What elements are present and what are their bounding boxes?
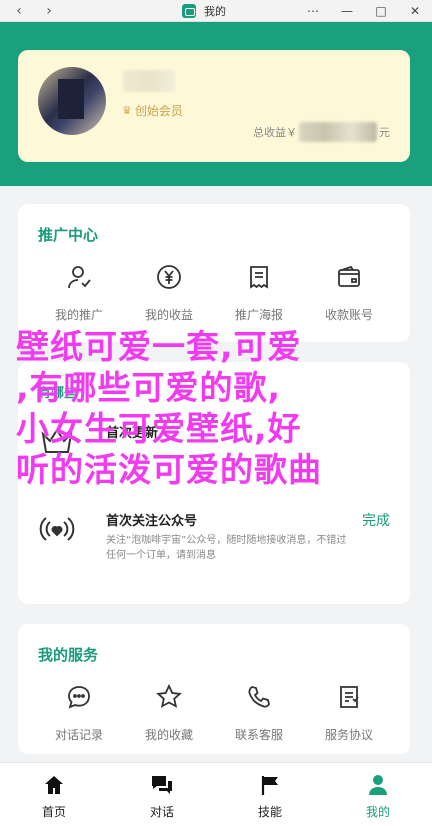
star-icon [154, 682, 184, 712]
service-item-label: 服务协议 [324, 728, 373, 742]
service-item-label: 对话记录 [54, 728, 103, 742]
task-description: 关注“泡咖啡宇宙”公众号，随时随地接收消息，不错过任何一个订单，请到消息 [106, 535, 347, 561]
chat-icon [150, 773, 174, 797]
promo-item-my-earnings[interactable]: 我的收益 [128, 262, 210, 323]
user-icon [64, 262, 94, 292]
nav-item-me[interactable]: 我的 [324, 763, 432, 826]
promo-item-label: 推广海报 [234, 308, 283, 322]
yen-icon [154, 262, 184, 292]
nav-item-chat[interactable]: 对话 [108, 763, 216, 826]
overlay-line: 壁纸可爱一套,可爱 [16, 327, 302, 366]
task-status-done[interactable]: 完成 [362, 510, 390, 530]
promo-item-my-promotion[interactable]: 我的推广 [38, 262, 120, 323]
service-item-label: 联系客服 [234, 728, 283, 742]
services-card: 我的服务 对话记录 我的收藏 联系客服 服务协议 [18, 624, 410, 754]
person-icon [366, 773, 390, 797]
nav-label: 首页 [41, 805, 66, 819]
nav-item-skills[interactable]: 技能 [216, 763, 324, 826]
promo-center-card: 推广中心 我的推广 我的收益 推广海报 收款账号 [18, 204, 410, 342]
nav-label: 技能 [257, 805, 282, 819]
maximize-button[interactable]: □ [364, 0, 398, 22]
service-item-agreement[interactable]: 服务协议 [308, 682, 390, 743]
username-redacted [123, 70, 175, 92]
crown-icon: ♛ [122, 104, 132, 117]
task-name: 首次关注公众号 [106, 514, 198, 529]
earnings-amount-redacted [299, 122, 377, 142]
promo-item-label: 我的推广 [54, 308, 103, 322]
service-item-customer-service[interactable]: 联系客服 [218, 682, 300, 743]
back-button[interactable]: ‹ [8, 0, 30, 22]
wallet-icon [334, 262, 364, 292]
nav-item-home[interactable]: 首页 [0, 763, 108, 826]
overlay-line: ,有哪些可爱的歌, [16, 368, 282, 407]
task-text: 首次关注公众号 关注“泡咖啡宇宙”公众号，随时随地接收消息，不错过任何一个订单，… [106, 510, 352, 563]
agreement-icon [334, 682, 364, 712]
phone-icon [244, 682, 274, 712]
overlay-line: 小女生可爱壁纸,好 [16, 409, 302, 448]
nav-label: 我的 [365, 805, 390, 819]
avatar[interactable] [38, 67, 106, 135]
service-item-chat-record[interactable]: 对话记录 [38, 682, 120, 743]
promo-grid: 我的推广 我的收益 推广海报 收款账号 [38, 262, 390, 323]
chat-record-icon [64, 682, 94, 712]
forward-button[interactable]: › [38, 0, 60, 22]
flag-icon [258, 773, 282, 797]
services-grid: 对话记录 我的收藏 联系客服 服务协议 [38, 682, 390, 743]
promo-item-payment-account[interactable]: 收款账号 [308, 262, 390, 323]
close-button[interactable]: ✕ [398, 0, 432, 22]
promo-item-poster[interactable]: 推广海报 [218, 262, 300, 323]
promo-item-label: 收款账号 [324, 308, 373, 322]
services-title: 我的服务 [38, 646, 99, 664]
earnings-unit: 元 [379, 126, 390, 139]
member-level-label: 创始会员 [134, 104, 183, 118]
promo-item-label: 我的收益 [144, 308, 193, 322]
poster-icon [244, 262, 274, 292]
member-card[interactable]: ♛ 创始会员 总收益￥ 元 [18, 50, 410, 162]
overlay-line: 听的活泼可爱的歌曲 [16, 450, 322, 489]
window-titlebar: ‹ › 我的 ⋯ — □ ✕ [0, 0, 432, 22]
window-title-group: 我的 [182, 3, 226, 19]
promo-center-title: 推广中心 [38, 226, 99, 244]
window-title: 我的 [204, 5, 226, 18]
member-level: ♛ 创始会员 [122, 102, 183, 119]
service-item-favorites[interactable]: 我的收藏 [128, 682, 210, 743]
radio-heart-icon [38, 510, 76, 548]
home-icon [42, 773, 66, 797]
minimize-button[interactable]: — [330, 0, 364, 22]
app-logo-icon [182, 4, 196, 18]
more-options-button[interactable]: ⋯ [296, 0, 330, 22]
nav-label: 对话 [149, 805, 174, 819]
service-item-label: 我的收藏 [144, 728, 193, 742]
bottom-nav: 首页 对话 技能 我的 [0, 762, 432, 826]
earnings-label: 总收益￥ [253, 126, 297, 139]
total-earnings: 总收益￥ 元 [253, 122, 390, 142]
overlay-headline: 壁纸可爱一套,可爱 ,有哪些可爱的歌, 小女生可爱壁纸,好 听的活泼可爱的歌曲 [16, 326, 416, 490]
window-controls: ⋯ — □ ✕ [296, 0, 432, 22]
task-row[interactable]: 首次关注公众号 关注“泡咖啡宇宙”公众号，随时随地接收消息，不错过任何一个订单，… [38, 510, 390, 563]
